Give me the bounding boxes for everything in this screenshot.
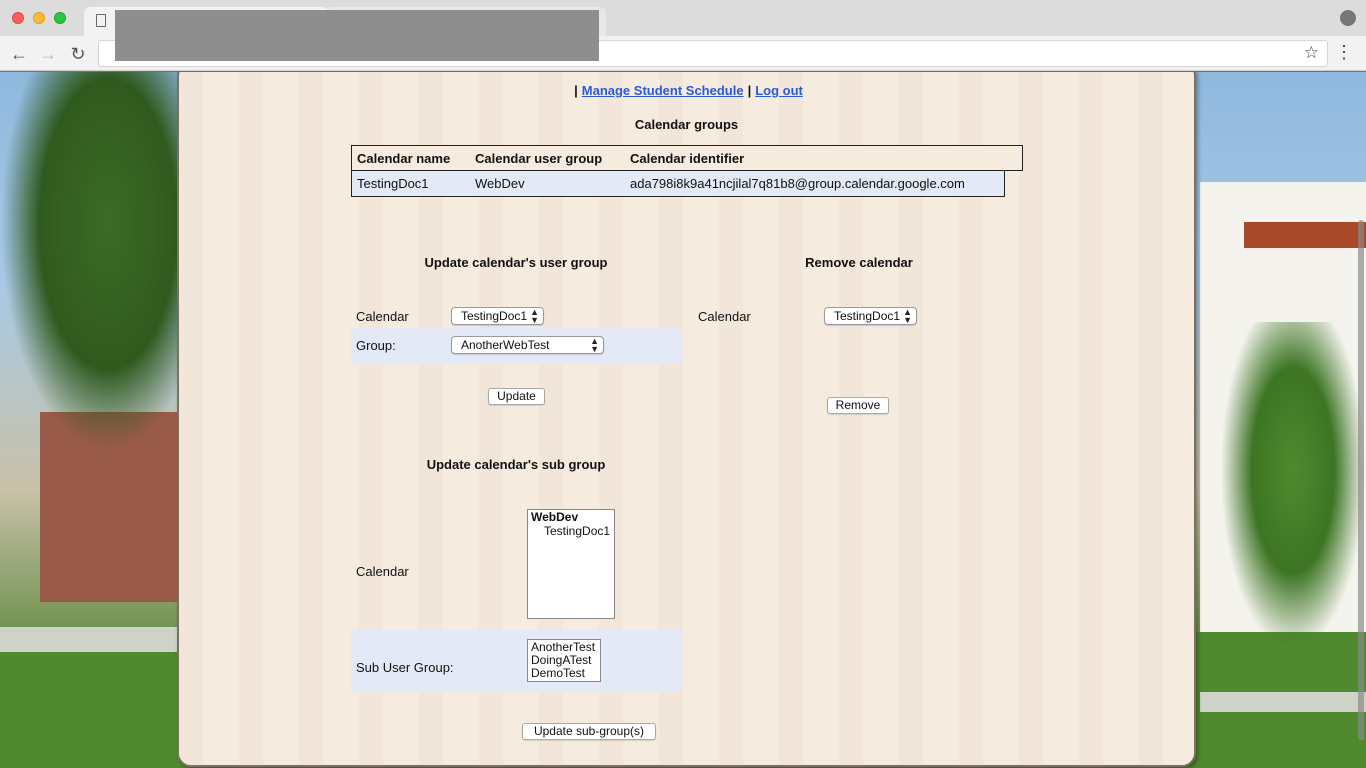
background-tree xyxy=(0,72,180,452)
page-viewport: | Manage Student Schedule | Log out Calenda… xyxy=(0,72,1366,768)
minimize-window-button[interactable] xyxy=(33,12,45,24)
star-icon[interactable]: ☆ xyxy=(1304,43,1319,63)
group-select-value: AnotherWebTest xyxy=(461,338,550,352)
listbox-optgroup: WebDev xyxy=(531,510,579,524)
background-path xyxy=(1200,692,1366,712)
sub-group-calendar-label: Calendar xyxy=(356,564,409,579)
main-panel: | Manage Student Schedule | Log out Calenda… xyxy=(177,72,1196,767)
reload-icon[interactable]: ↻ xyxy=(66,42,90,66)
select-arrows-icon: ▲ ▼ xyxy=(590,336,599,354)
calendar-label: Calendar xyxy=(356,309,409,324)
group-label: Group: xyxy=(356,338,396,353)
nav-separator: | xyxy=(574,83,578,98)
manage-student-schedule-link[interactable]: Manage Student Schedule xyxy=(582,83,744,98)
calendar-table-header: Calendar name Calendar user group Calend… xyxy=(351,145,1023,171)
calendar-groups-heading: Calendar groups xyxy=(634,117,739,132)
column-header: Calendar name xyxy=(357,151,451,166)
nav-separator: | xyxy=(747,83,752,98)
arrow-left-icon[interactable]: ← xyxy=(7,42,31,66)
nav-row: | Manage Student Schedule | Log out xyxy=(179,83,1194,98)
update-sub-groups-button[interactable]: Update sub-group(s) xyxy=(522,723,656,740)
close-window-button[interactable] xyxy=(12,12,24,24)
more-vert-icon[interactable]: ⋮ xyxy=(1335,42,1353,62)
remove-calendar-heading: Remove calendar xyxy=(805,255,913,270)
remove-calendar-label: Calendar xyxy=(698,309,751,324)
background-path xyxy=(0,627,180,652)
listbox-option[interactable]: DemoTest xyxy=(531,667,597,680)
maximize-window-button[interactable] xyxy=(54,12,66,24)
table-row: TestingDoc1 WebDev ada798i8k9a41ncjilal7… xyxy=(351,171,1005,197)
calendar-select[interactable]: TestingDoc1 ▲ ▼ xyxy=(451,307,544,325)
user-circle-icon[interactable] xyxy=(1340,10,1356,26)
redacted-area xyxy=(115,10,599,61)
listbox-option[interactable]: TestingDoc1 xyxy=(531,524,611,539)
background-tree xyxy=(1220,322,1366,652)
background-roof xyxy=(1244,222,1366,248)
group-select[interactable]: AnotherWebTest ▲ ▼ xyxy=(451,336,604,354)
page-scrollbar[interactable] xyxy=(1358,220,1364,740)
remove-button[interactable]: Remove xyxy=(827,397,889,414)
calendar-name-cell: TestingDoc1 xyxy=(357,176,429,191)
update-user-group-heading: Update calendar's user group xyxy=(424,255,608,270)
select-arrows-icon: ▲ ▼ xyxy=(903,307,912,325)
calendar-listbox[interactable]: WebDev TestingDoc1 xyxy=(527,509,615,619)
select-arrows-icon: ▲ ▼ xyxy=(530,307,539,325)
calendar-select-value: TestingDoc1 xyxy=(461,309,528,323)
document-icon xyxy=(96,14,106,27)
logout-link[interactable]: Log out xyxy=(755,83,803,98)
arrow-right-icon[interactable]: → xyxy=(36,42,60,66)
top-nav-links-clipped xyxy=(251,72,1121,74)
user-group-cell: WebDev xyxy=(475,176,525,191)
update-button[interactable]: Update xyxy=(488,388,545,405)
column-header: Calendar identifier xyxy=(630,151,745,166)
sub-user-group-listbox[interactable]: AnotherTest DoingATest DemoTest xyxy=(527,639,601,682)
calendar-identifier-cell: ada798i8k9a41ncjilal7q81b8@group.calenda… xyxy=(630,176,965,191)
remove-calendar-select-value: TestingDoc1 xyxy=(834,309,901,323)
update-sub-group-heading: Update calendar's sub group xyxy=(426,457,606,472)
column-header: Calendar user group xyxy=(475,151,603,166)
remove-calendar-select[interactable]: TestingDoc1 ▲ ▼ xyxy=(824,307,917,325)
sub-user-group-label: Sub User Group: xyxy=(356,660,454,675)
